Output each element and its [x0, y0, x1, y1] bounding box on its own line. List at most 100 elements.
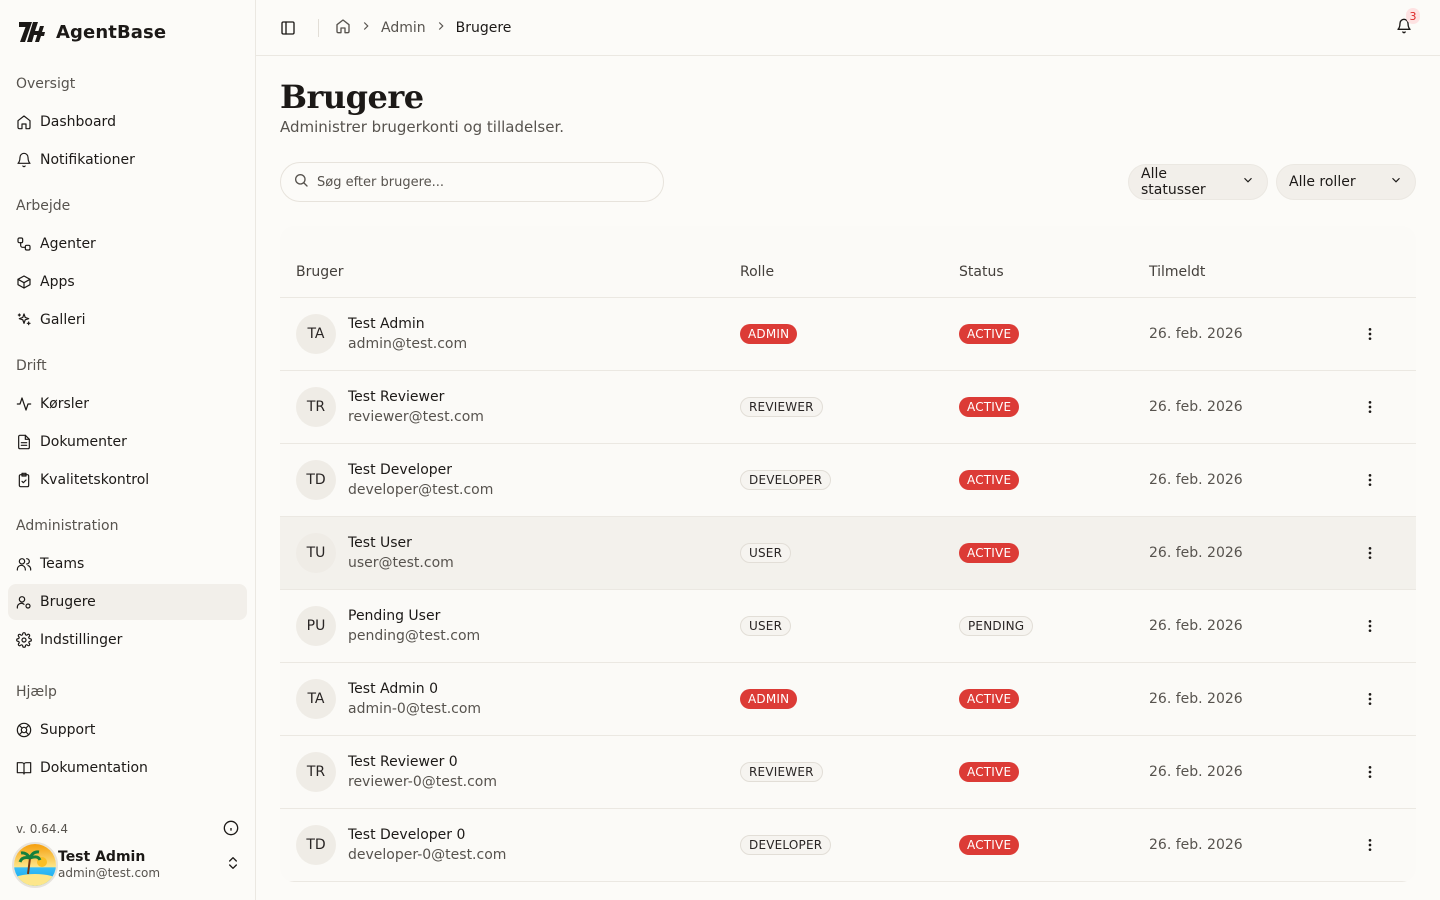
- role-badge: ADMIN: [740, 689, 798, 709]
- user-details: Pending User pending@test.com: [348, 606, 480, 646]
- table-body: TA Test Admin admin@test.com ADMIN ACTIVE 26.…: [280, 298, 1416, 882]
- info-icon[interactable]: [223, 820, 239, 839]
- joined-date: 26. feb. 2026: [1149, 399, 1243, 415]
- more-vertical-icon[interactable]: [1360, 543, 1380, 563]
- user-name: Test Reviewer 0: [348, 754, 458, 770]
- user-initials-avatar: TA: [296, 314, 336, 354]
- sidebar-item-label: Dokumenter: [40, 434, 127, 450]
- status-cell: ACTIVE: [959, 397, 1149, 417]
- joined-date: 26. feb. 2026: [1149, 545, 1243, 561]
- sidebar-item-label: Indstillinger: [40, 632, 123, 648]
- sidebar-item-indstillinger[interactable]: Indstillinger: [8, 622, 247, 658]
- joined-date: 26. feb. 2026: [1149, 326, 1243, 342]
- user-menu[interactable]: Test Admin admin@test.com: [0, 842, 255, 900]
- sidebar-item-support[interactable]: Support: [8, 712, 247, 748]
- notifications-button[interactable]: 3: [1392, 8, 1420, 40]
- sidebar: AgentBase Oversigt Dashboard Notifikatione…: [0, 0, 256, 900]
- table-row[interactable]: TR Test Reviewer reviewer@test.com REVIEWER…: [280, 371, 1416, 444]
- table-row[interactable]: TU Test User user@test.com USER ACTIVE 26. fe…: [280, 517, 1416, 590]
- user-cell: TA Test Admin 0 admin-0@test.com: [296, 679, 740, 719]
- workflow-icon: [16, 236, 32, 252]
- status-filter-value: Alle statusser: [1141, 166, 1206, 198]
- bell-icon: [16, 152, 32, 168]
- search-input[interactable]: [317, 174, 651, 190]
- sidebar-item-notifikationer[interactable]: Notifikationer: [8, 142, 247, 178]
- nav-group: Oversigt Dashboard Notifikationer: [0, 64, 255, 178]
- nav-group: Hjælp Support Dokumentation: [0, 672, 255, 786]
- status-filter-select[interactable]: Alle statusser: [1128, 164, 1268, 200]
- header-role: Rolle: [740, 263, 775, 280]
- sidebar-item-dokumentation[interactable]: Dokumentation: [8, 750, 247, 786]
- sidebar-toggle-icon[interactable]: [276, 16, 300, 40]
- home-icon[interactable]: [335, 18, 351, 38]
- user-cell: TR Test Reviewer 0 reviewer-0@test.com: [296, 752, 740, 792]
- role-badge: USER: [740, 616, 792, 636]
- more-vertical-icon[interactable]: [1360, 470, 1380, 490]
- agentbase-logo-icon: [18, 19, 48, 45]
- sidebar-item-kvalitetskontrol[interactable]: Kvalitetskontrol: [8, 462, 247, 498]
- user-cell: TR Test Reviewer reviewer@test.com: [296, 387, 740, 427]
- user-cell: TD Test Developer developer@test.com: [296, 460, 740, 500]
- breadcrumb-admin[interactable]: Admin: [381, 20, 426, 36]
- version-label: v. 0.64.4: [16, 822, 68, 836]
- nav-group-label: Oversigt: [16, 76, 76, 92]
- sidebar-item-label: Galleri: [40, 312, 86, 328]
- user-name: Test Developer: [348, 462, 453, 478]
- header-user: Bruger: [296, 263, 344, 280]
- sidebar-item-galleri[interactable]: Galleri: [8, 302, 247, 338]
- sidebar-item-brugere[interactable]: Brugere: [8, 584, 247, 620]
- more-vertical-icon[interactable]: [1360, 835, 1380, 855]
- table-row[interactable]: TD Test Developer developer@test.com DEVELO…: [280, 444, 1416, 517]
- user-cell: TU Test User user@test.com: [296, 533, 740, 573]
- user-details: Test Developer developer@test.com: [348, 460, 493, 500]
- user-initials-avatar: TD: [296, 825, 336, 865]
- status-badge: ACTIVE: [959, 543, 1020, 563]
- sidebar-item-dokumenter[interactable]: Dokumenter: [8, 424, 247, 460]
- role-filter-select[interactable]: Alle roller: [1276, 164, 1416, 200]
- sidebar-item-label: Apps: [40, 274, 75, 290]
- status-badge: ACTIVE: [959, 762, 1020, 782]
- user-email: developer-0@test.com: [348, 847, 507, 863]
- brand[interactable]: AgentBase: [0, 0, 255, 64]
- chevron-down-icon: [1389, 173, 1403, 191]
- user-email: admin@test.com: [58, 866, 161, 881]
- activity-icon: [16, 396, 32, 412]
- more-vertical-icon[interactable]: [1360, 762, 1380, 782]
- sidebar-item-teams[interactable]: Teams: [8, 546, 247, 582]
- sidebar-item-label: Dashboard: [40, 114, 116, 130]
- table-row[interactable]: PU Pending User pending@test.com USER PENDIN…: [280, 590, 1416, 663]
- status-cell: ACTIVE: [959, 835, 1149, 855]
- joined-date: 26. feb. 2026: [1149, 472, 1243, 488]
- role-cell: USER: [740, 543, 959, 563]
- user-name: Test Reviewer: [348, 389, 445, 405]
- clipboard-check-icon: [16, 472, 32, 488]
- nav-group: Drift Kørsler Dokumenter Kvalitetskontrol: [0, 346, 255, 498]
- role-cell: DEVELOPER: [740, 470, 959, 490]
- role-cell: USER: [740, 616, 959, 636]
- search-box[interactable]: [280, 162, 664, 202]
- sidebar-item-label: Teams: [40, 556, 85, 572]
- more-vertical-icon[interactable]: [1360, 324, 1380, 344]
- sidebar-item-agenter[interactable]: Agenter: [8, 226, 247, 262]
- sidebar-item-kørsler[interactable]: Kørsler: [8, 386, 247, 422]
- table-row[interactable]: TR Test Reviewer 0 reviewer-0@test.com REVI…: [280, 736, 1416, 809]
- table-row[interactable]: TA Test Admin 0 admin-0@test.com ADMIN ACTIV…: [280, 663, 1416, 736]
- table-row[interactable]: TD Test Developer 0 developer-0@test.com DE…: [280, 809, 1416, 882]
- table-row[interactable]: TA Test Admin admin@test.com ADMIN ACTIVE 26.…: [280, 298, 1416, 371]
- chevrons-up-down-icon[interactable]: [225, 855, 241, 875]
- user-email: pending@test.com: [348, 628, 481, 644]
- sidebar-item-label: Agenter: [40, 236, 96, 252]
- user-cell: TD Test Developer 0 developer-0@test.com: [296, 825, 740, 865]
- package-icon: [16, 274, 32, 290]
- brand-name: AgentBase: [56, 21, 167, 43]
- more-vertical-icon[interactable]: [1360, 689, 1380, 709]
- more-vertical-icon[interactable]: [1360, 397, 1380, 417]
- sidebar-item-apps[interactable]: Apps: [8, 264, 247, 300]
- sidebar-item-label: Brugere: [40, 594, 96, 610]
- sidebar-item-dashboard[interactable]: Dashboard: [8, 104, 247, 140]
- joined-date: 26. feb. 2026: [1149, 837, 1243, 853]
- sidebar-item-label: Notifikationer: [40, 152, 135, 168]
- more-vertical-icon[interactable]: [1360, 616, 1380, 636]
- status-badge: PENDING: [959, 616, 1034, 636]
- role-badge: DEVELOPER: [740, 470, 832, 490]
